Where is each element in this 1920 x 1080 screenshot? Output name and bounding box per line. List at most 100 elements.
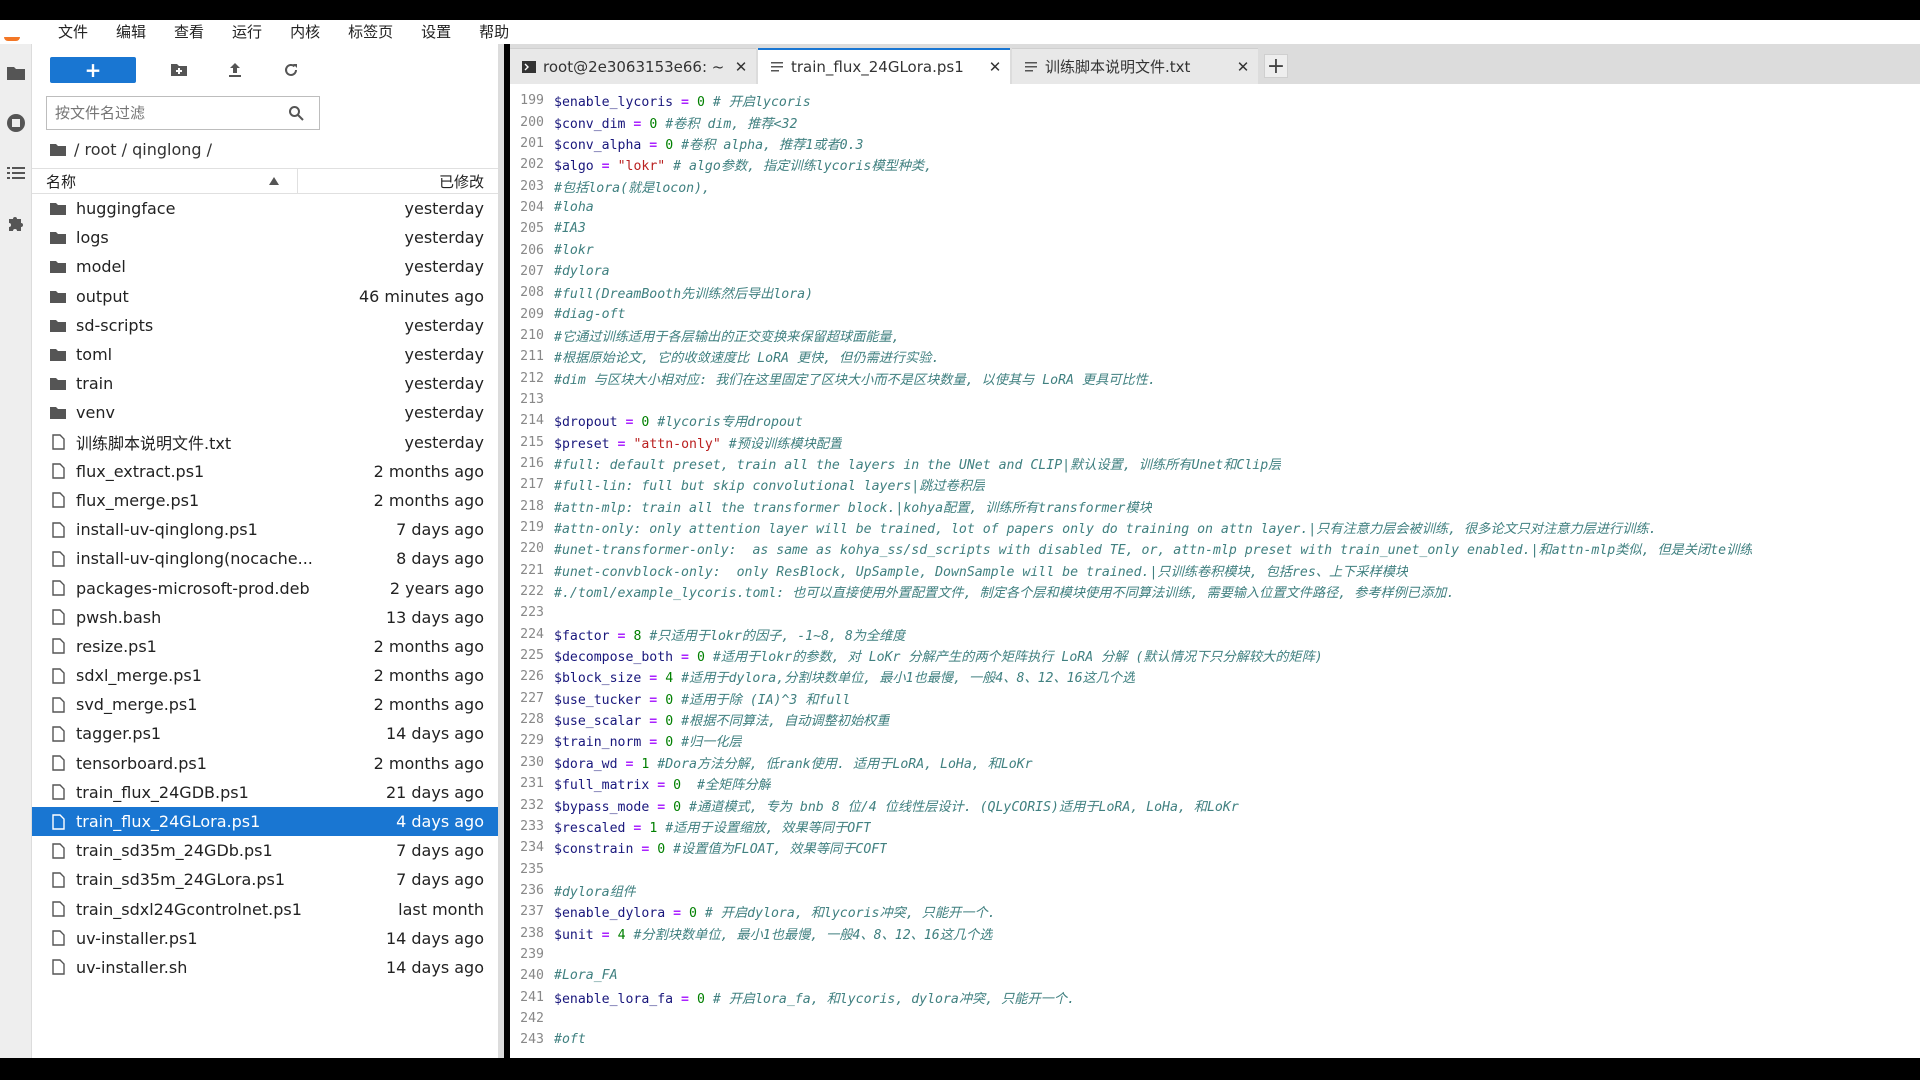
file-list-item[interactable]: output 46 minutes ago — [32, 282, 498, 311]
close-icon[interactable]: ✕ — [988, 58, 1002, 76]
file-list-item[interactable]: train_flux_24GDB.ps1 21 days ago — [32, 778, 498, 807]
text-file-icon — [770, 60, 784, 74]
file-list-item[interactable]: tagger.ps1 14 days ago — [32, 719, 498, 748]
file-list-item[interactable]: svd_merge.ps1 2 months ago — [32, 690, 498, 719]
file-list-item[interactable]: venv yesterday — [32, 398, 498, 427]
line-content: #Lora_FA — [554, 968, 618, 984]
file-list-item[interactable]: sdxl_merge.ps1 2 months ago — [32, 661, 498, 690]
line-number: 222 — [520, 584, 544, 600]
line-number: 231 — [520, 776, 544, 792]
menu-settings[interactable]: 设置 — [407, 20, 465, 44]
file-icon — [50, 843, 66, 859]
code-line: 240 #Lora_FA — [510, 965, 1920, 986]
file-modified: 7 days ago — [396, 870, 484, 890]
file-list-item[interactable]: train_flux_24GLora.ps1 4 days ago — [32, 806, 498, 837]
new-launcher-button[interactable]: + — [50, 57, 136, 83]
menu-tabs[interactable]: 标签页 — [334, 20, 407, 44]
file-icon — [50, 901, 66, 917]
file-name: sd-scripts — [76, 315, 154, 335]
editor-tab[interactable]: 训练脚本说明文件.txt ✕ — [1012, 48, 1258, 84]
file-modified: yesterday — [404, 403, 485, 423]
code-line: 242 — [510, 1008, 1920, 1029]
filter-input-box[interactable] — [46, 96, 320, 130]
line-number: 218 — [520, 498, 544, 514]
extension-icon[interactable] — [0, 206, 32, 240]
code-line: 230 $dora_wd = 1 #Dora方法分解, 低rank使用. 适用于L… — [510, 752, 1920, 773]
menu-run[interactable]: 运行 — [218, 20, 276, 44]
file-list-item[interactable]: train_sd35m_24GDb.ps1 7 days ago — [32, 836, 498, 865]
line-number: 207 — [520, 263, 544, 279]
line-number: 239 — [520, 946, 544, 962]
line-content: #attn-mlp: train all the transformer blo… — [554, 500, 1152, 516]
new-folder-icon[interactable] — [166, 57, 192, 83]
file-list-item[interactable]: uv-installer.sh 14 days ago — [32, 953, 498, 982]
folder-icon[interactable] — [0, 56, 32, 90]
file-list-item[interactable]: huggingface yesterday — [32, 194, 498, 223]
code-line: 199 $enable_lycoris = 0 # 开启lycoris — [510, 90, 1920, 111]
file-list-item[interactable]: install-uv-qinglong.ps1 7 days ago — [32, 515, 498, 544]
file-list-item[interactable]: sd-scripts yesterday — [32, 311, 498, 340]
header-name-label: 名称 — [46, 172, 77, 191]
line-number: 201 — [520, 135, 544, 151]
file-list-item[interactable]: logs yesterday — [32, 223, 498, 252]
line-number: 226 — [520, 669, 544, 685]
header-name-column[interactable]: 名称 — [32, 168, 298, 194]
menu-help[interactable]: 帮助 — [465, 20, 523, 44]
breadcrumb-path[interactable]: / root / qinglong / — [74, 140, 212, 159]
close-icon[interactable]: ✕ — [734, 58, 748, 76]
file-name: tensorboard.ps1 — [76, 753, 207, 773]
file-list-item[interactable]: train_sdxl24Gcontrolnet.ps1 last month — [32, 895, 498, 924]
editor-tab[interactable]: root@2e3063153e66: ~/qi ✕ — [510, 48, 756, 84]
line-number: 229 — [520, 733, 544, 749]
folder-icon[interactable] — [50, 143, 66, 156]
file-list-item[interactable]: flux_extract.ps1 2 months ago — [32, 457, 498, 486]
file-list-item[interactable]: toml yesterday — [32, 340, 498, 369]
menu-file[interactable]: 文件 — [44, 20, 102, 44]
file-modified: 2 months ago — [373, 490, 484, 510]
folder-icon — [50, 259, 66, 275]
menu-view[interactable]: 查看 — [160, 20, 218, 44]
line-content: $block_size = 4 #适用于dylora,分割块数单位, 最小1也最… — [554, 671, 1136, 687]
header-modified-column[interactable]: 已修改 — [298, 171, 498, 192]
line-content: #unet-convblock-only: only ResBlock, UpS… — [554, 564, 1409, 580]
file-modified: last month — [398, 899, 484, 919]
file-list-item[interactable]: pwsh.bash 13 days ago — [32, 603, 498, 632]
menu-edit[interactable]: 编辑 — [102, 20, 160, 44]
close-icon[interactable]: ✕ — [1236, 58, 1250, 76]
file-list-item[interactable]: train_sd35m_24GLora.ps1 7 days ago — [32, 865, 498, 894]
refresh-icon[interactable] — [278, 57, 304, 83]
code-editor[interactable]: 199 $enable_lycoris = 0 # 开启lycoris 200 $co… — [510, 90, 1920, 1058]
file-list-item[interactable]: train yesterday — [32, 369, 498, 398]
file-icon — [50, 726, 66, 742]
file-list-item[interactable]: packages-microsoft-prod.deb 2 years ago — [32, 573, 498, 602]
file-icon — [50, 463, 66, 479]
line-number: 225 — [520, 648, 544, 664]
line-content: #loha — [554, 199, 594, 215]
running-icon[interactable] — [0, 106, 32, 140]
line-content: $conv_alpha = 0 #卷积 alpha, 推荐1或者0.3 — [554, 137, 864, 153]
toc-icon[interactable] — [0, 156, 32, 190]
line-number: 243 — [520, 1032, 544, 1048]
file-list-item[interactable]: tensorboard.ps1 2 months ago — [32, 749, 498, 778]
add-tab-button[interactable]: + — [1264, 54, 1288, 79]
file-list-item[interactable]: resize.ps1 2 months ago — [32, 632, 498, 661]
line-number: 202 — [520, 157, 544, 173]
sort-up-icon — [269, 177, 279, 185]
file-list-item[interactable]: flux_merge.ps1 2 months ago — [32, 486, 498, 515]
folder-icon — [50, 230, 66, 246]
file-list-item[interactable]: 训练脚本说明文件.txt yesterday — [32, 428, 498, 457]
file-list-item[interactable]: install-uv-qinglong(nocache... 8 days ago — [32, 544, 498, 573]
editor-tab[interactable]: train_flux_24GLora.ps1 ✕ — [758, 48, 1010, 84]
filter-input[interactable] — [55, 104, 285, 122]
code-line: 237 $enable_dylora = 0 # 开启dylora, 和lycor… — [510, 901, 1920, 922]
menu-kernel[interactable]: 内核 — [276, 20, 334, 44]
code-line: 219 #attn-only: only attention layer will… — [510, 517, 1920, 538]
code-line: 239 — [510, 944, 1920, 965]
file-list-item[interactable]: uv-installer.ps1 14 days ago — [32, 924, 498, 953]
upload-icon[interactable] — [222, 57, 248, 83]
file-list-item[interactable]: model yesterday — [32, 252, 498, 281]
code-line: 203 #包括lora(就是locon), — [510, 175, 1920, 196]
line-number: 224 — [520, 626, 544, 642]
code-line: 231 $full_matrix = 0 #全矩阵分解 — [510, 773, 1920, 794]
line-number: 206 — [520, 242, 544, 258]
